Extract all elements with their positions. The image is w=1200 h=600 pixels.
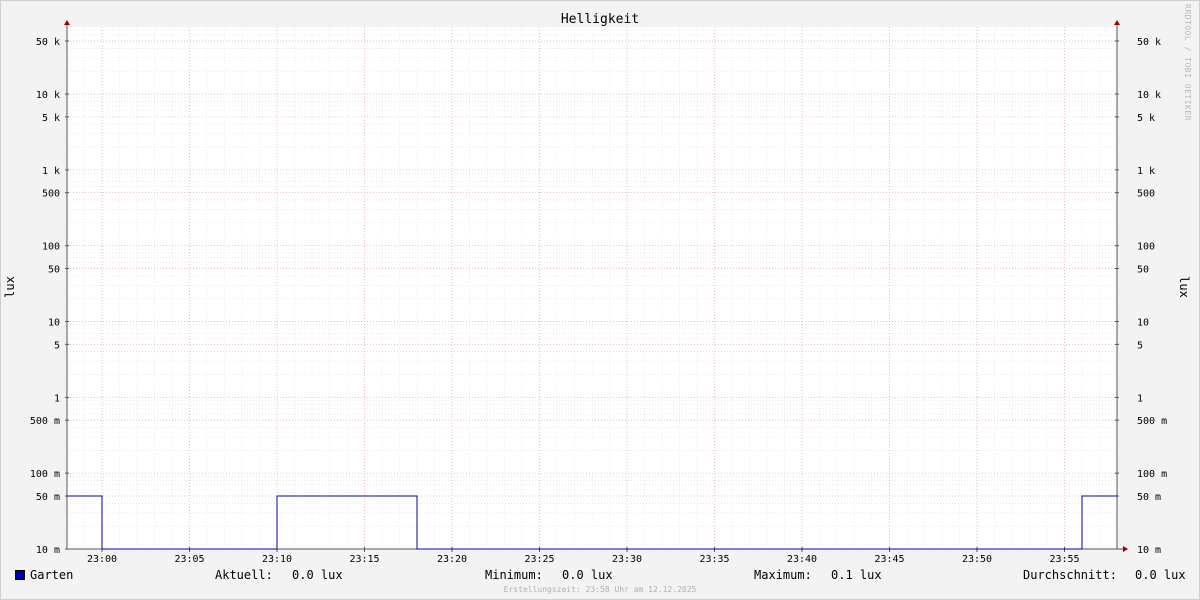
y-tick-label-left: 500	[42, 189, 60, 200]
plot-area: 10 m 10 m 50 m 50 m 100 m 100 m 500 m 500 m 1 1 5 5…	[30, 20, 1167, 565]
y-tick-label-left: 1 k	[42, 166, 60, 177]
x-tick-label: 23:35	[699, 554, 729, 565]
legend-avg-label: Durchschnitt:	[1023, 568, 1117, 582]
y-tick-label-right: 10 m	[1137, 545, 1161, 556]
x-tick-label: 23:45	[874, 554, 904, 565]
legend-min-value: 0.0 lux	[562, 568, 613, 582]
legend-series-name: Garten	[30, 568, 74, 582]
y-tick-label-right: 5 k	[1137, 113, 1155, 124]
y-tick-label-right: 100 m	[1137, 469, 1167, 480]
chart: Helligkeit lux lux 10 m 10 m 50 m 50 m 100 m…	[3, 12, 1191, 565]
y-axis-label-right: lux	[1177, 276, 1191, 298]
y-axis-arrow-right	[1114, 20, 1120, 25]
y-tick-label-right: 5	[1137, 340, 1143, 351]
legend-current-label: Aktuell:	[215, 568, 273, 582]
x-tick-label: 23:30	[612, 554, 642, 565]
chart-title: Helligkeit	[561, 12, 639, 27]
y-tick-label-right: 1	[1137, 393, 1143, 404]
legend-current-value: 0.0 lux	[292, 568, 343, 582]
x-tick-label: 23:00	[87, 554, 117, 565]
y-tick-label-left: 10 m	[36, 545, 60, 556]
watermark: RRDTOOL / TOBI OETIKER	[1183, 4, 1192, 121]
legend-min-label: Minimum:	[485, 568, 543, 582]
y-tick-label-right: 1 k	[1137, 166, 1155, 177]
y-tick-label-left: 10	[48, 318, 60, 329]
y-tick-label-left: 100 m	[30, 469, 60, 480]
y-tick-label-right: 500 m	[1137, 416, 1167, 427]
y-tick-label-left: 10 k	[36, 90, 60, 101]
y-axis-label-left: lux	[3, 276, 17, 298]
y-tick-label-right: 50	[1137, 265, 1149, 276]
x-tick-label: 23:15	[349, 554, 379, 565]
x-tick-label: 23:05	[174, 554, 204, 565]
y-tick-label-right: 50 k	[1137, 37, 1161, 48]
x-tick-label: 23:10	[262, 554, 292, 565]
y-tick-label-left: 500 m	[30, 416, 60, 427]
y-tick-label-left: 50	[48, 265, 60, 276]
y-tick-label-right: 10 k	[1137, 90, 1161, 101]
y-tick-label-left: 1	[54, 393, 60, 404]
legend-max-label: Maximum:	[754, 568, 812, 582]
x-tick-label: 23:25	[524, 554, 554, 565]
legend-max-value: 0.1 lux	[831, 568, 882, 582]
y-tick-label-left: 50 k	[36, 37, 60, 48]
y-tick-label-right: 10	[1137, 318, 1149, 329]
x-tick-label: 23:40	[787, 554, 817, 565]
y-tick-label-left: 50 m	[36, 492, 60, 503]
y-axis-arrow-left	[64, 20, 70, 25]
legend-swatch	[15, 570, 25, 580]
y-tick-label-left: 5 k	[42, 113, 60, 124]
y-tick-label-left: 100	[42, 242, 60, 253]
footer-timestamp: Erstellungszeit: 23:58 Uhr am 12.12.2025	[503, 585, 697, 594]
legend-avg-value: 0.0 lux	[1135, 568, 1186, 582]
x-tick-label: 23:50	[962, 554, 992, 565]
y-tick-label-right: 100	[1137, 242, 1155, 253]
y-tick-label-left: 5	[54, 340, 60, 351]
x-axis-arrow	[1123, 546, 1128, 552]
x-tick-label: 23:55	[1049, 554, 1079, 565]
y-tick-label-right: 500	[1137, 189, 1155, 200]
y-tick-label-right: 50 m	[1137, 492, 1161, 503]
x-tick-label: 23:20	[437, 554, 467, 565]
